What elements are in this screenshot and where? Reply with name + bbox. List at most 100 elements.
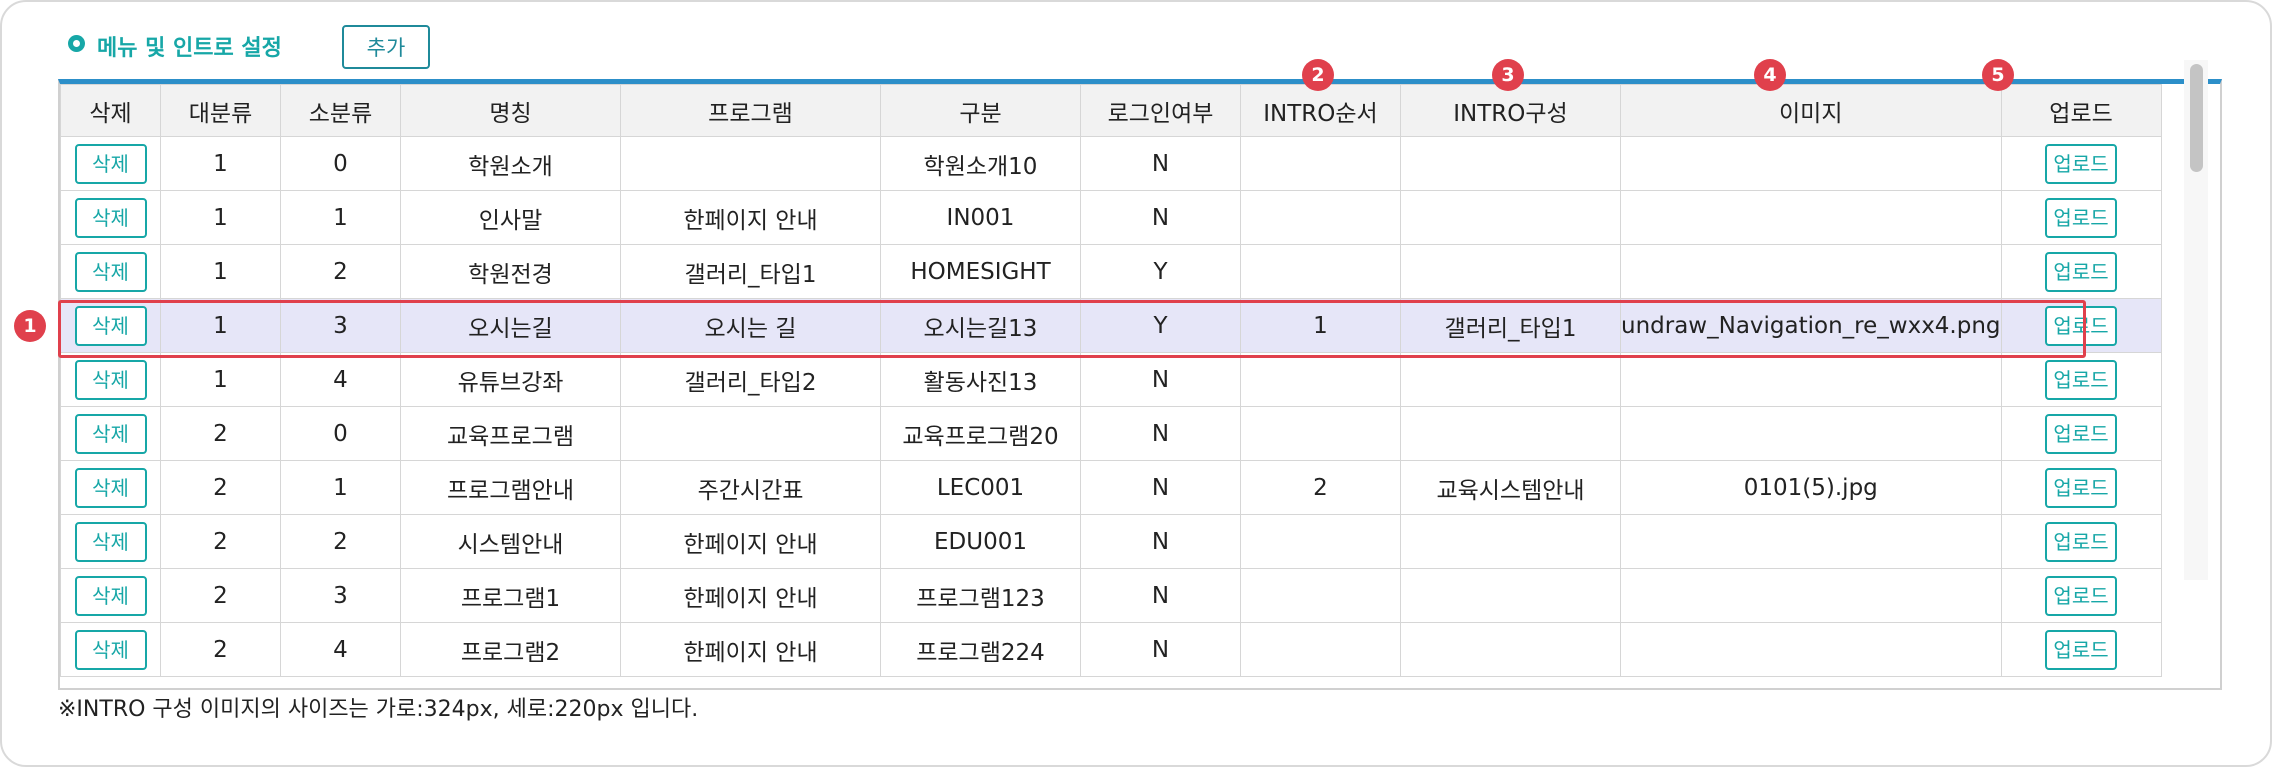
delete-button[interactable]: 삭제 [74, 197, 147, 238]
name-cell: 인사말 [400, 190, 621, 245]
delete-cell: 삭제 [60, 460, 161, 515]
major-cell: 1 [160, 298, 281, 353]
upload-cell: 업로드 [2000, 568, 2162, 623]
upload-button[interactable]: 업로드 [2045, 413, 2118, 454]
delete-button[interactable]: 삭제 [74, 413, 147, 454]
login-cell: N [1080, 568, 1241, 623]
name-cell: 시스템안내 [400, 514, 621, 569]
delete-button[interactable]: 삭제 [74, 521, 147, 562]
section-title: 메뉴 및 인트로 설정 [68, 30, 282, 62]
major-cell: 2 [160, 568, 281, 623]
upload-button[interactable]: 업로드 [2045, 521, 2118, 562]
login-cell: Y [1080, 244, 1241, 299]
login-cell: N [1080, 352, 1241, 407]
program-cell [620, 136, 881, 191]
col-header-intro-order: INTRO순서 [1240, 84, 1401, 137]
upload-button[interactable]: 업로드 [2045, 197, 2118, 238]
program-cell: 갤러리_타입2 [620, 352, 881, 407]
col-header-login: 로그인여부 [1080, 84, 1241, 137]
marker-5: 5 [1982, 59, 2014, 91]
delete-cell: 삭제 [60, 622, 161, 677]
major-cell: 1 [160, 244, 281, 299]
delete-cell: 삭제 [60, 568, 161, 623]
upload-cell: 업로드 [2000, 622, 2162, 677]
delete-cell: 삭제 [60, 244, 161, 299]
login-cell: Y [1080, 298, 1241, 353]
program-cell: 주간시간표 [620, 460, 881, 515]
vertical-scrollbar[interactable] [2184, 60, 2208, 580]
image-cell: 0101(5).jpg [1620, 460, 2002, 515]
name-cell: 학원전경 [400, 244, 621, 299]
upload-button[interactable]: 업로드 [2045, 359, 2118, 400]
image-cell [1620, 190, 2002, 245]
minor-cell: 2 [280, 514, 401, 569]
major-cell: 1 [160, 190, 281, 245]
size-note: ※INTRO 구성 이미지의 사이즈는 가로:324px, 세로:220px 입… [58, 697, 699, 722]
delete-button[interactable]: 삭제 [74, 305, 147, 346]
name-cell: 학원소개 [400, 136, 621, 191]
table-row: 삭제 2 0 교육프로그램 교육프로그램20 N 업로드 [60, 406, 2162, 461]
upload-cell: 업로드 [2000, 460, 2162, 515]
table-row: 삭제 1 3 오시는길 오시는 길 오시는길13 Y 1 갤러리_타입1 undraw_Navig… [60, 298, 2162, 353]
intro-config-cell [1400, 190, 1621, 245]
program-cell [620, 406, 881, 461]
table-row: 삭제 1 2 학원전경 갤러리_타입1 HOMESIGHT Y 업로드 [60, 244, 2162, 299]
minor-cell: 0 [280, 136, 401, 191]
delete-button[interactable]: 삭제 [74, 467, 147, 508]
image-cell: undraw_Navigation_re_wxx4.png [1620, 298, 2002, 353]
type-cell: 프로그램224 [880, 622, 1081, 677]
delete-button[interactable]: 삭제 [74, 143, 147, 184]
delete-cell: 삭제 [60, 298, 161, 353]
col-header-upload: 업로드 [2000, 84, 2162, 137]
minor-cell: 1 [280, 460, 401, 515]
table-header-row: 삭제 대분류 소분류 명칭 프로그램 구분 로그인여부 INTRO순서 INTR… [60, 84, 2162, 137]
upload-button[interactable]: 업로드 [2045, 629, 2118, 670]
upload-button[interactable]: 업로드 [2045, 305, 2118, 346]
add-button[interactable]: 추가 [342, 25, 430, 69]
name-cell: 교육프로그램 [400, 406, 621, 461]
upload-button[interactable]: 업로드 [2045, 143, 2118, 184]
intro-order-cell: 2 [1240, 460, 1401, 515]
table-row: 삭제 2 4 프로그램2 한페이지 안내 프로그램224 N 업로드 [60, 622, 2162, 677]
delete-button[interactable]: 삭제 [74, 575, 147, 616]
upload-cell: 업로드 [2000, 136, 2162, 191]
col-header-type: 구분 [880, 84, 1081, 137]
upload-button[interactable]: 업로드 [2045, 467, 2118, 508]
minor-cell: 0 [280, 406, 401, 461]
upload-cell: 업로드 [2000, 514, 2162, 569]
type-cell: 오시는길13 [880, 298, 1081, 353]
marker-3: 3 [1492, 59, 1524, 91]
login-cell: N [1080, 406, 1241, 461]
name-cell: 프로그램1 [400, 568, 621, 623]
intro-order-cell [1240, 244, 1401, 299]
upload-button[interactable]: 업로드 [2045, 251, 2118, 292]
program-cell: 한페이지 안내 [620, 514, 881, 569]
delete-button[interactable]: 삭제 [74, 629, 147, 670]
table-row: 삭제 2 3 프로그램1 한페이지 안내 프로그램123 N 업로드 [60, 568, 2162, 623]
delete-cell: 삭제 [60, 514, 161, 569]
delete-button[interactable]: 삭제 [74, 359, 147, 400]
upload-cell: 업로드 [2000, 298, 2162, 353]
major-cell: 1 [160, 352, 281, 407]
type-cell: EDU001 [880, 514, 1081, 569]
upload-button[interactable]: 업로드 [2045, 575, 2118, 616]
login-cell: N [1080, 622, 1241, 677]
radio-bullet-icon [68, 34, 85, 52]
minor-cell: 3 [280, 568, 401, 623]
menu-intro-table: 삭제 대분류 소분류 명칭 프로그램 구분 로그인여부 INTRO순서 INTR… [60, 84, 2162, 677]
delete-button[interactable]: 삭제 [74, 251, 147, 292]
minor-cell: 3 [280, 298, 401, 353]
name-cell: 유튜브강좌 [400, 352, 621, 407]
type-cell: LEC001 [880, 460, 1081, 515]
image-cell [1620, 136, 2002, 191]
menu-intro-table-container[interactable]: 삭제 대분류 소분류 명칭 프로그램 구분 로그인여부 INTRO순서 INTR… [58, 79, 2222, 690]
col-header-delete: 삭제 [60, 84, 161, 137]
upload-cell: 업로드 [2000, 244, 2162, 299]
scrollbar-thumb[interactable] [2190, 64, 2203, 172]
major-cell: 2 [160, 406, 281, 461]
type-cell: 교육프로그램20 [880, 406, 1081, 461]
program-cell: 갤러리_타입1 [620, 244, 881, 299]
marker-2: 2 [1302, 59, 1334, 91]
table-row: 삭제 2 1 프로그램안내 주간시간표 LEC001 N 2 교육시스템안내 0101(5).jp… [60, 460, 2162, 515]
major-cell: 2 [160, 622, 281, 677]
